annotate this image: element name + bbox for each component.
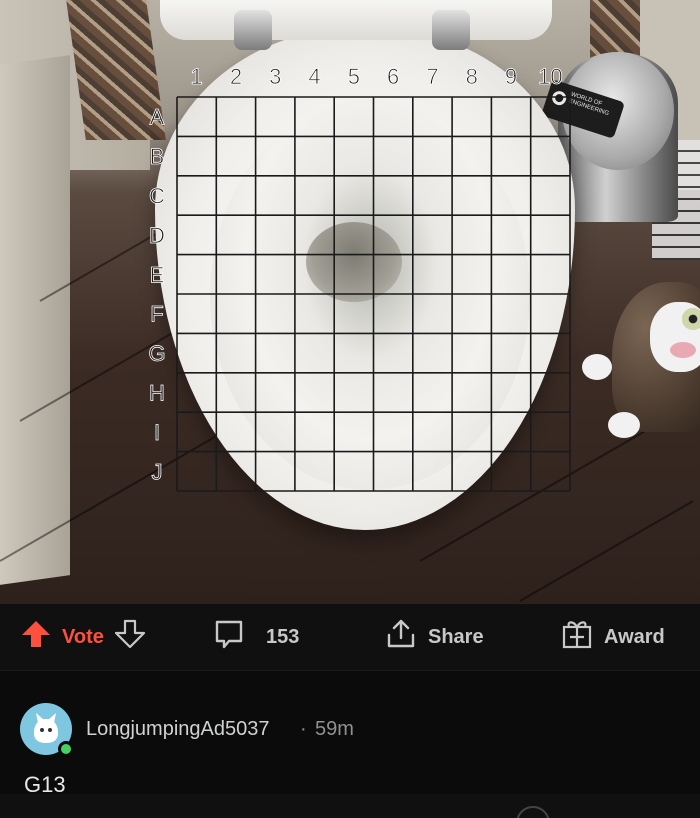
comment: LongjumpingAd5037 · 59m G13 [0, 670, 700, 797]
grid-column-label: 1 [191, 64, 203, 89]
grid-row-label: F [150, 302, 163, 327]
grid-column-label: 9 [505, 64, 517, 89]
comment-username[interactable]: LongjumpingAd5037 [86, 718, 270, 741]
grid-column-label: 10 [538, 64, 562, 89]
comments-button[interactable]: 153 [212, 604, 299, 670]
comment-bubble-icon [212, 617, 246, 657]
online-status-dot [58, 741, 74, 757]
grid-column-label: 8 [466, 64, 478, 89]
grid-column-label: 6 [387, 64, 399, 89]
grid-column-label: 2 [230, 64, 242, 89]
grid-row-label: I [154, 420, 160, 445]
grid-row-label: J [152, 459, 163, 484]
award-button[interactable]: Award [560, 604, 665, 670]
grid-row-label: E [150, 262, 165, 287]
meta-separator: · [300, 718, 307, 740]
grid-row-label: B [150, 144, 165, 169]
grid-column-label: 5 [348, 64, 360, 89]
next-comment-strip [0, 794, 700, 818]
comment-timestamp: 59m [315, 718, 354, 740]
comment-count: 153 [266, 625, 300, 648]
grid-row-label: A [150, 105, 165, 130]
post-action-bar: Vote 153 Share Award [0, 604, 700, 670]
award-label: Award [604, 625, 665, 648]
grid-row-label: G [148, 341, 165, 366]
share-button[interactable]: Share [384, 604, 484, 670]
coordinate-grid: 1 2 3 4 5 6 7 8 9 10 ABCDEFGHIJ [148, 64, 571, 492]
post-image[interactable]: WORLD OF ENGINEERING 1 2 3 4 5 6 7 8 9 10 A B C D E F G H… [0, 0, 700, 604]
grid-row-label: H [149, 381, 165, 406]
grid-column-label: 7 [426, 64, 438, 89]
grid-row-label: C [149, 184, 165, 209]
share-label: Share [428, 625, 484, 648]
share-icon [384, 617, 418, 657]
grid-row-label: D [149, 223, 165, 248]
downvote-arrow-icon[interactable] [114, 618, 146, 656]
vote-group: Vote [20, 604, 146, 670]
award-gift-icon [560, 617, 594, 657]
grid-column-label: 3 [269, 64, 281, 89]
grid-column-label: 4 [308, 64, 320, 89]
vote-label: Vote [62, 625, 104, 648]
upvote-arrow-icon[interactable] [20, 618, 52, 656]
